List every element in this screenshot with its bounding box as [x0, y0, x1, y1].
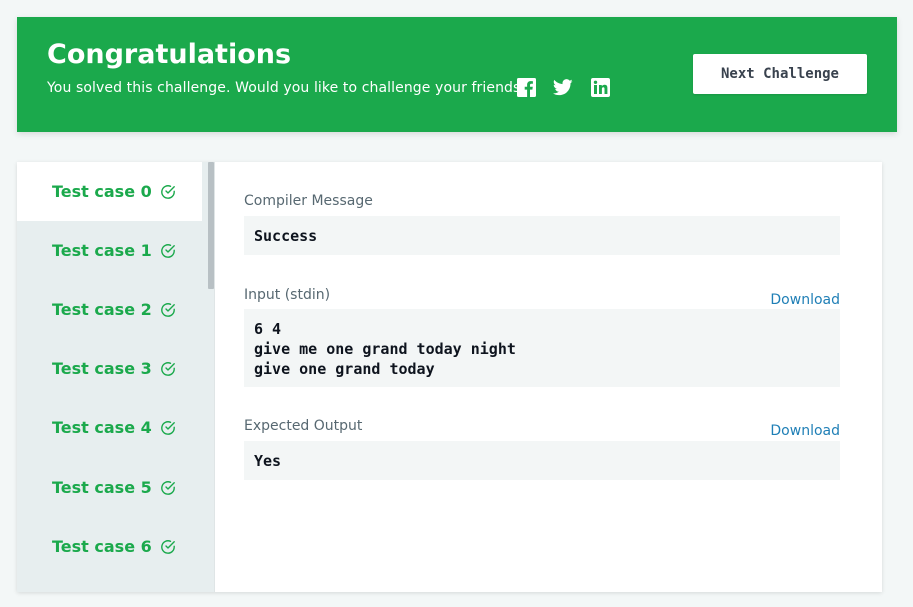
linkedin-icon[interactable] [590, 77, 610, 97]
expected-output-label: Expected Output [244, 418, 363, 434]
tab-test-case-5[interactable]: Test case 5 [17, 458, 202, 517]
tab-test-case-6[interactable]: Test case 6 [17, 517, 202, 576]
banner-title: Congratulations [47, 39, 292, 70]
check-circle-icon [160, 420, 176, 436]
tab-label: Test case 3 [52, 359, 152, 378]
tab-label: Test case 6 [52, 537, 152, 556]
input-line: give one grand today [254, 360, 435, 378]
tab-label: Test case 4 [52, 418, 152, 437]
success-banner: Congratulations You solved this challeng… [17, 17, 897, 132]
input-line: give me one grand today night [254, 340, 516, 358]
tab-label: Test case 0 [52, 182, 152, 201]
next-challenge-button[interactable]: Next Challenge [693, 54, 867, 94]
tab-label: Test case 2 [52, 300, 152, 319]
compiler-message-label: Compiler Message [244, 193, 373, 209]
tab-label: Test case 1 [52, 241, 152, 260]
input-download-link[interactable]: Download [770, 292, 840, 308]
input-line: 6 4 [254, 320, 282, 338]
check-circle-icon [160, 184, 176, 200]
tab-test-case-2[interactable]: Test case 2 [17, 280, 202, 339]
check-circle-icon [160, 243, 176, 259]
expected-output-value: Yes [254, 452, 282, 470]
banner-subtitle: You solved this challenge. Would you lik… [47, 80, 528, 96]
divider [214, 162, 215, 592]
input-box: 6 4 give me one grand today night give one… [244, 309, 840, 387]
check-circle-icon [160, 480, 176, 496]
check-circle-icon [160, 361, 176, 377]
tab-label: Test case 5 [52, 478, 152, 497]
tab-test-case-1[interactable]: Test case 1 [17, 221, 202, 280]
tab-test-case-4[interactable]: Test case 4 [17, 398, 202, 457]
expected-output-box: Yes [244, 441, 840, 480]
compiler-message-value: Success [254, 227, 318, 245]
check-circle-icon [160, 539, 176, 555]
tab-test-case-0[interactable]: Test case 0 [17, 162, 202, 221]
compiler-message-box: Success [244, 216, 840, 255]
twitter-icon[interactable] [553, 77, 573, 97]
check-circle-icon [160, 302, 176, 318]
test-case-tabs: Test case 0 Test case 1 Test case 2 Test… [17, 162, 214, 592]
facebook-icon[interactable] [516, 77, 536, 97]
test-results-panel: Test case 0 Test case 1 Test case 2 Test… [17, 162, 882, 592]
input-label: Input (stdin) [244, 287, 331, 303]
expected-download-link[interactable]: Download [770, 423, 840, 439]
tab-test-case-3[interactable]: Test case 3 [17, 339, 202, 398]
